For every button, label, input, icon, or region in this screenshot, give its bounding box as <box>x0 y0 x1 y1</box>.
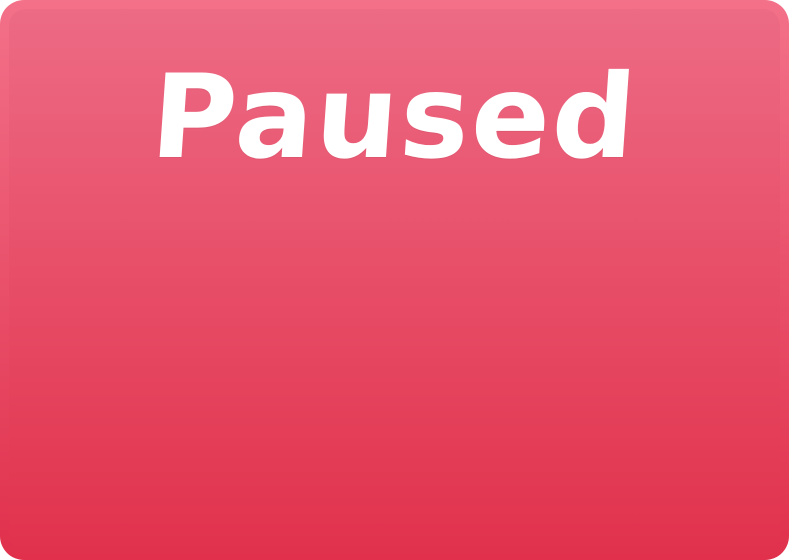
pause-title: Paused <box>147 50 643 185</box>
pause-panel: Paused <box>0 0 789 560</box>
